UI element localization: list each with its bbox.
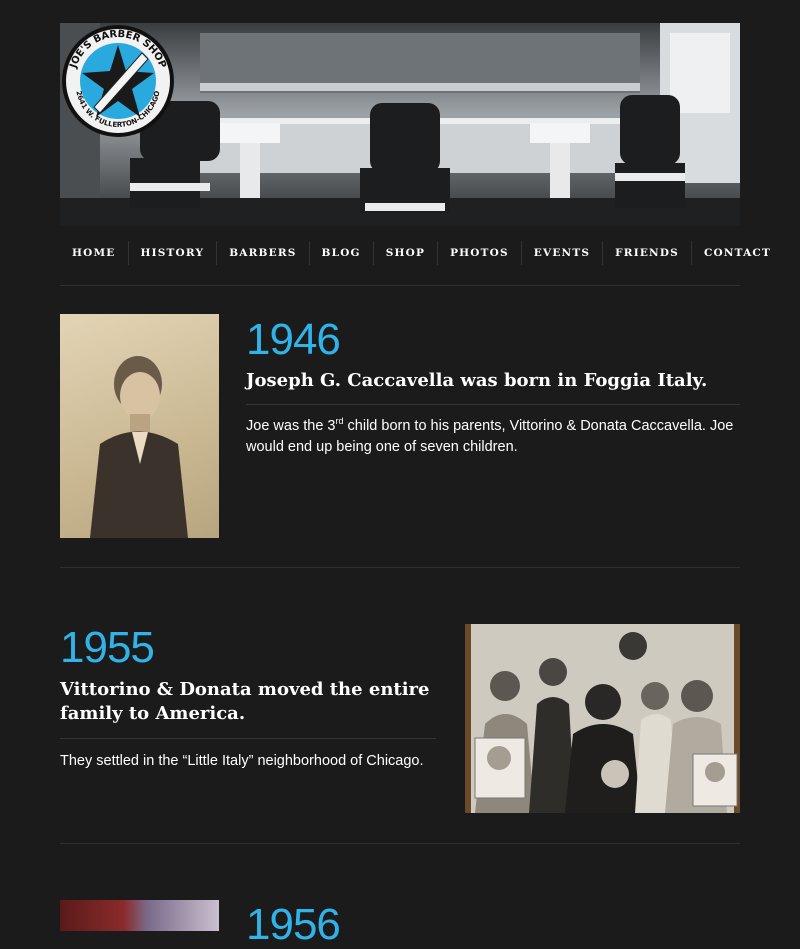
- entry-year-1955: 1955: [60, 623, 155, 672]
- entry-year-1946: 1946: [246, 315, 341, 364]
- entry-body-1946: Joe was the 3rd child born to his parent…: [246, 416, 734, 455]
- entry-headline-1946: Joseph G. Caccavella was born in Foggia …: [246, 370, 708, 391]
- nav-blog[interactable]: BLOG: [310, 241, 374, 265]
- nav-home[interactable]: HOME: [60, 241, 129, 265]
- shop-logo[interactable]: JOE'S BARBER SHOP 2641 W. FULLERTON-CHIC…: [60, 23, 176, 139]
- section-divider: [60, 843, 740, 844]
- photo-joe-child: [60, 314, 219, 538]
- photo-family: [465, 624, 740, 813]
- entry-headline-1955: Vittorino & Donata moved the entire fami…: [60, 679, 430, 724]
- nav-events[interactable]: EVENTS: [522, 241, 604, 265]
- header-banner: JOE'S BARBER SHOP 2641 W. FULLERTON-CHIC…: [60, 23, 740, 226]
- nav-photos[interactable]: PHOTOS: [438, 241, 522, 265]
- entry-divider: [246, 404, 740, 405]
- photo-1956: [60, 900, 219, 931]
- nav-divider: [60, 285, 740, 286]
- entry-divider: [60, 738, 436, 739]
- section-divider: [60, 567, 740, 568]
- entry-body-1955: They settled in the “Little Italy” neigh…: [60, 753, 424, 769]
- nav-friends[interactable]: FRIENDS: [603, 241, 692, 265]
- nav-barbers[interactable]: BARBERS: [217, 241, 310, 265]
- nav-contact[interactable]: CONTACT: [692, 241, 783, 265]
- main-nav: HOME HISTORY BARBERS BLOG SHOP PHOTOS EV…: [60, 241, 770, 265]
- nav-shop[interactable]: SHOP: [374, 241, 439, 265]
- entry-year-1956: 1956: [246, 900, 341, 949]
- nav-history[interactable]: HISTORY: [129, 241, 218, 265]
